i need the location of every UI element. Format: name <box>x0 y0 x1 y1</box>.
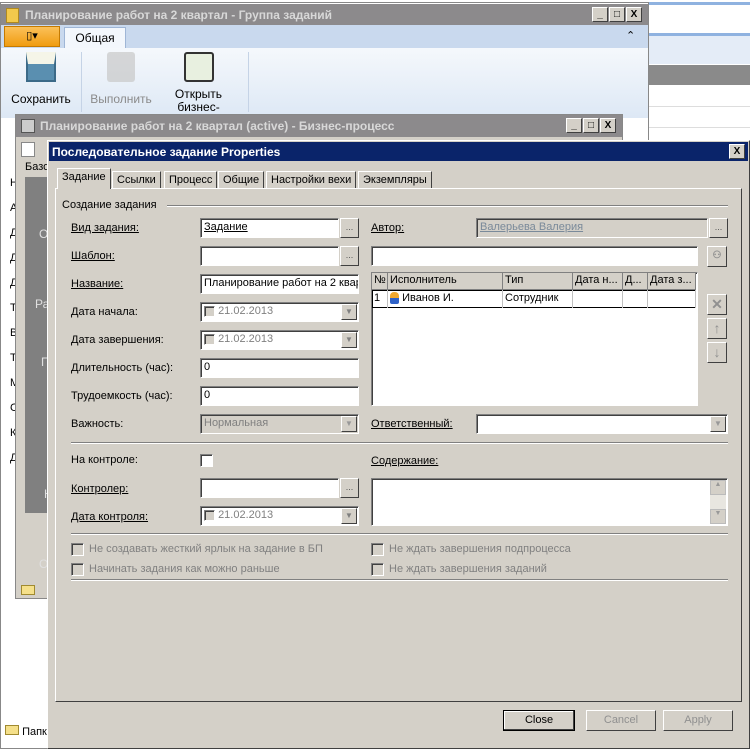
main-window-titlebar: Планирование работ на 2 квартал - Группа… <box>1 4 648 26</box>
user-icon <box>390 292 399 305</box>
controller-field[interactable] <box>200 478 339 498</box>
floppy-icon <box>26 52 56 82</box>
app-icon <box>6 8 19 23</box>
chevron-down-icon: ▼ <box>341 304 357 320</box>
name-field[interactable]: Планирование работ на 2 квартал <box>200 274 359 294</box>
window-title: Планирование работ на 2 квартал - Группа… <box>25 8 333 22</box>
tasks-icon <box>107 52 135 82</box>
minimize-button[interactable]: _ <box>566 118 582 133</box>
chevron-down-icon: ▼ <box>710 416 726 432</box>
tab-common[interactable]: Общие <box>218 171 265 189</box>
execute-button[interactable]: Выполнить <box>86 52 156 112</box>
tab-general[interactable]: Общая <box>64 27 126 49</box>
chevron-down-icon: ▼ <box>341 332 357 348</box>
folder-icon <box>21 585 35 595</box>
author-browse-button[interactable]: ... <box>709 218 728 238</box>
duration-field[interactable]: 0 <box>200 358 359 378</box>
save-button[interactable]: Сохранить <box>11 52 71 108</box>
group-title: Создание задания <box>62 199 157 211</box>
tab-base[interactable]: Базо <box>25 161 49 173</box>
end-date-picker[interactable]: 21.02.2013 ▼ <box>200 330 359 350</box>
task-type-browse-button[interactable]: ... <box>340 218 359 238</box>
task-type-field[interactable]: Задание <box>200 218 339 238</box>
bp-window-titlebar: Планирование работ на 2 квартал (active)… <box>16 115 622 137</box>
template-browse-button[interactable]: ... <box>340 246 359 266</box>
minimize-button[interactable]: _ <box>592 7 608 22</box>
content-textarea[interactable] <box>371 478 728 526</box>
executor-search-field[interactable] <box>371 246 698 266</box>
collapse-ribbon-icon[interactable]: ⌃ <box>626 29 635 42</box>
apply-button[interactable]: Apply <box>663 710 733 731</box>
start-date-picker[interactable]: 21.02.2013 ▼ <box>200 302 359 322</box>
dialog-close-button[interactable]: X <box>729 144 745 159</box>
tab-instances[interactable]: Экземпляры <box>358 171 432 189</box>
option-checkbox[interactable] <box>71 563 84 576</box>
ribbon: Сохранить Выполнить Открыть бизнес-проце… <box>1 48 648 127</box>
magnifier-icon <box>183 52 214 82</box>
chevron-down-icon: ▼ <box>341 416 357 432</box>
close-button[interactable]: X <box>600 118 616 133</box>
dialog-titlebar: Последовательное задание Properties X <box>49 142 748 161</box>
option-checkbox[interactable] <box>71 543 84 556</box>
move-up-button[interactable]: ↑ <box>707 318 727 339</box>
tab-links[interactable]: Ссылки <box>112 171 161 189</box>
ribbon-tabs: ▯▾ Общая ⌃ <box>1 25 648 49</box>
close-button[interactable]: Close <box>503 710 575 731</box>
tab-milestone[interactable]: Настройки вехи <box>266 171 357 189</box>
chevron-down-icon: ▼ <box>341 508 357 524</box>
template-field[interactable] <box>200 246 339 266</box>
author-field[interactable]: Валерьева Валерия <box>476 218 708 238</box>
bp-icon <box>21 119 35 133</box>
open-bp-button[interactable]: Открыть бизнес-процесс <box>156 52 241 127</box>
tab-task[interactable]: Задание <box>57 168 111 189</box>
labor-field[interactable]: 0 <box>200 386 359 406</box>
move-down-button[interactable]: ↓ <box>707 342 727 363</box>
responsible-select[interactable]: ▼ <box>476 414 728 434</box>
delete-executor-button[interactable]: ✕ <box>707 294 727 315</box>
close-button[interactable]: X <box>626 7 642 22</box>
folder-tab[interactable]: Папк <box>5 725 47 738</box>
on-control-checkbox[interactable] <box>200 454 213 467</box>
folder-icon <box>5 725 19 735</box>
importance-select[interactable]: Нормальная ▼ <box>200 414 359 434</box>
content-scrollbar[interactable]: ▲ ▼ <box>710 480 726 524</box>
maximize-button[interactable]: □ <box>583 118 599 133</box>
add-executor-button[interactable]: ⚇ <box>707 246 727 267</box>
maximize-button[interactable]: □ <box>609 7 625 22</box>
tab-process[interactable]: Процесс <box>164 171 218 189</box>
option-checkbox[interactable] <box>371 563 384 576</box>
controller-browse-button[interactable]: ... <box>340 478 359 498</box>
app-menu-button[interactable]: ▯▾ <box>4 26 60 47</box>
cancel-button[interactable]: Cancel <box>586 710 656 731</box>
option-checkbox[interactable] <box>371 543 384 556</box>
control-date-picker[interactable]: 21.02.2013 ▼ <box>200 506 359 526</box>
